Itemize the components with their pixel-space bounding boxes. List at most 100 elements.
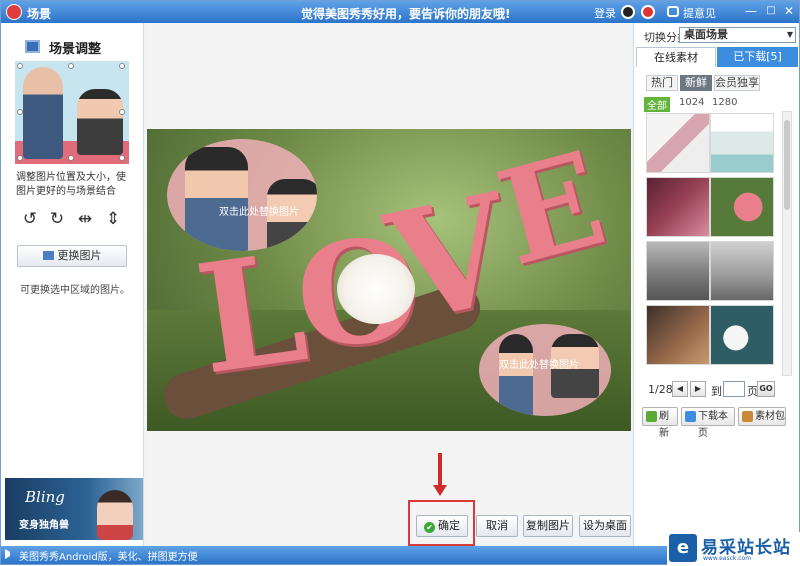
confirm-label: 确定	[438, 519, 460, 532]
material-thumbnail[interactable]	[710, 241, 774, 301]
scene-adjust-icon	[25, 40, 40, 53]
feedback-icon	[667, 6, 679, 17]
image-icon	[42, 251, 54, 260]
material-pack-button[interactable]: 素材包	[738, 407, 786, 426]
cancel-button[interactable]: 取消	[476, 515, 518, 537]
tab-online-materials[interactable]: 在线素材	[636, 47, 716, 67]
close-button[interactable]: ✕	[781, 4, 797, 19]
slogan-text: 觉得美图秀秀好用，要告诉你的朋友哦!	[301, 7, 511, 21]
thumbnail-figure-right	[77, 89, 123, 155]
annotation-arrow-head	[433, 485, 447, 496]
resize-handle[interactable]	[119, 155, 125, 161]
refresh-button[interactable]: 刷新	[642, 407, 678, 439]
thumbnail-figure-left	[23, 67, 63, 159]
promo-banner[interactable]: Bling 变身独角兽	[5, 478, 143, 540]
confirm-button[interactable]: ✔ 确定	[416, 515, 468, 537]
resize-handle[interactable]	[17, 109, 23, 115]
material-pack-label: 素材包	[755, 411, 785, 422]
material-thumbnail[interactable]	[646, 241, 710, 301]
frame-figure-left	[185, 147, 248, 251]
material-thumbnail[interactable]	[646, 113, 710, 173]
resize-handle[interactable]	[68, 63, 74, 69]
chevron-down-icon: ▼	[786, 30, 793, 39]
size-all[interactable]: 全部	[644, 97, 670, 112]
handwritten-note: 可更换选中区域的图片。	[20, 285, 130, 296]
adjust-hint: 调整图片位置及大小，使图片更好的与场景结合	[16, 172, 126, 197]
page-indicator: 1/28	[648, 383, 673, 396]
photo-frame-bottom-right[interactable]: 双击此处替换图片	[479, 324, 611, 416]
download-icon	[685, 411, 696, 422]
resize-handle[interactable]	[17, 63, 23, 69]
size-1024[interactable]: 1024	[679, 97, 704, 108]
annotation-arrow	[438, 453, 442, 487]
grid-scrollbar[interactable]	[782, 111, 792, 376]
status-message[interactable]: 美图秀秀Android版，美化、拼图更方便	[19, 548, 198, 563]
check-icon: ✔	[424, 522, 435, 533]
filter-new[interactable]: 新鲜	[680, 75, 712, 91]
login-link[interactable]: 登录	[594, 5, 616, 21]
tab-downloaded[interactable]: 已下载[5]	[717, 47, 798, 67]
photo-frame-top-left[interactable]: 双击此处替换图片	[167, 139, 317, 251]
watermark-url: www.easck.com	[703, 555, 752, 562]
calla-lily-bouquet	[337, 254, 415, 324]
next-page-button[interactable]: ▶	[690, 381, 706, 397]
qq-icon[interactable]	[621, 5, 635, 19]
resize-handle[interactable]	[119, 109, 125, 115]
resize-handle[interactable]	[119, 63, 125, 69]
download-page-button[interactable]: 下载本页	[681, 407, 735, 439]
flip-horizontal-icon[interactable]: ⇹	[76, 210, 94, 228]
refresh-label: 刷新	[659, 411, 669, 439]
material-thumbnail[interactable]	[710, 113, 774, 173]
resize-handle[interactable]	[17, 155, 23, 161]
material-thumbnail[interactable]	[710, 177, 774, 237]
feedback-link[interactable]: 提意见	[683, 5, 716, 21]
flip-vertical-icon[interactable]: ⇕	[104, 210, 122, 228]
material-thumbnail[interactable]	[646, 305, 710, 365]
material-thumbnail[interactable]	[646, 177, 710, 237]
set-desktop-button[interactable]: 设为桌面	[579, 515, 631, 537]
go-button[interactable]: GO	[757, 381, 775, 397]
rotate-right-icon[interactable]: ↻	[48, 210, 66, 228]
scene-preview[interactable]: L O V E 双击此处替换图片 双击此处替换图片	[147, 129, 631, 431]
site-watermark: e 易采站长站 www.easck.com	[667, 532, 800, 566]
category-select[interactable]: 桌面场景 ▼	[679, 27, 796, 43]
watermark-logo-icon: e	[669, 534, 697, 562]
category-value: 桌面场景	[684, 28, 728, 41]
maximize-button[interactable]: □	[763, 4, 779, 19]
adjust-panel: 场景调整 调整图片位置及大小，使图片更好的与场景结合 ↺ ↻ ⇹ ⇕ 更换图片 …	[1, 23, 144, 546]
size-1280[interactable]: 1280	[712, 97, 737, 108]
promo-brand: Bling	[25, 488, 65, 506]
download-page-label: 下载本页	[698, 411, 728, 439]
material-thumbnail[interactable]	[710, 305, 774, 365]
goto-label: 到	[711, 385, 722, 398]
replace-image-button[interactable]: 更换图片	[17, 245, 127, 267]
scrollbar-thumb[interactable]	[784, 120, 790, 210]
scene-window: 场景 觉得美图秀秀好用，要告诉你的朋友哦! 登录 提意见 — □ ✕ 场景调整 …	[0, 0, 800, 566]
refresh-icon	[646, 411, 657, 422]
filter-hot[interactable]: 热门	[646, 75, 678, 91]
selected-photo-thumbnail[interactable]	[15, 61, 129, 164]
material-grid	[642, 111, 776, 376]
window-title: 场景	[27, 7, 52, 21]
speaker-icon	[5, 549, 14, 559]
copy-image-button[interactable]: 复制图片	[523, 515, 573, 537]
material-panel: 切换分类 桌面场景 ▼ 在线素材 已下载[5] 热门 新鲜 会员独享 全部 10…	[633, 23, 799, 546]
frame-figure-left	[499, 334, 533, 416]
filter-member[interactable]: 会员独享	[714, 75, 760, 91]
replace-hint-top: 双击此处替换图片	[219, 207, 299, 218]
minimize-button[interactable]: —	[743, 4, 759, 19]
promo-portrait	[97, 490, 133, 540]
canvas-area: L O V E 双击此处替换图片 双击此处替换图片	[145, 23, 632, 546]
weibo-icon[interactable]	[641, 5, 655, 19]
prev-page-button[interactable]: ◀	[672, 381, 688, 397]
page-number-input[interactable]	[723, 381, 745, 397]
resize-handle[interactable]	[68, 155, 74, 161]
replace-hint-bottom: 双击此处替换图片	[499, 360, 579, 371]
package-icon	[742, 411, 753, 422]
title-bar: 场景 觉得美图秀秀好用，要告诉你的朋友哦! 登录 提意见 — □ ✕	[1, 1, 799, 23]
rotate-left-icon[interactable]: ↺	[21, 210, 39, 228]
replace-image-label: 更换图片	[57, 249, 102, 262]
promo-tagline: 变身独角兽	[19, 520, 69, 531]
app-logo-icon	[6, 4, 22, 20]
panel-title: 场景调整	[49, 42, 102, 57]
